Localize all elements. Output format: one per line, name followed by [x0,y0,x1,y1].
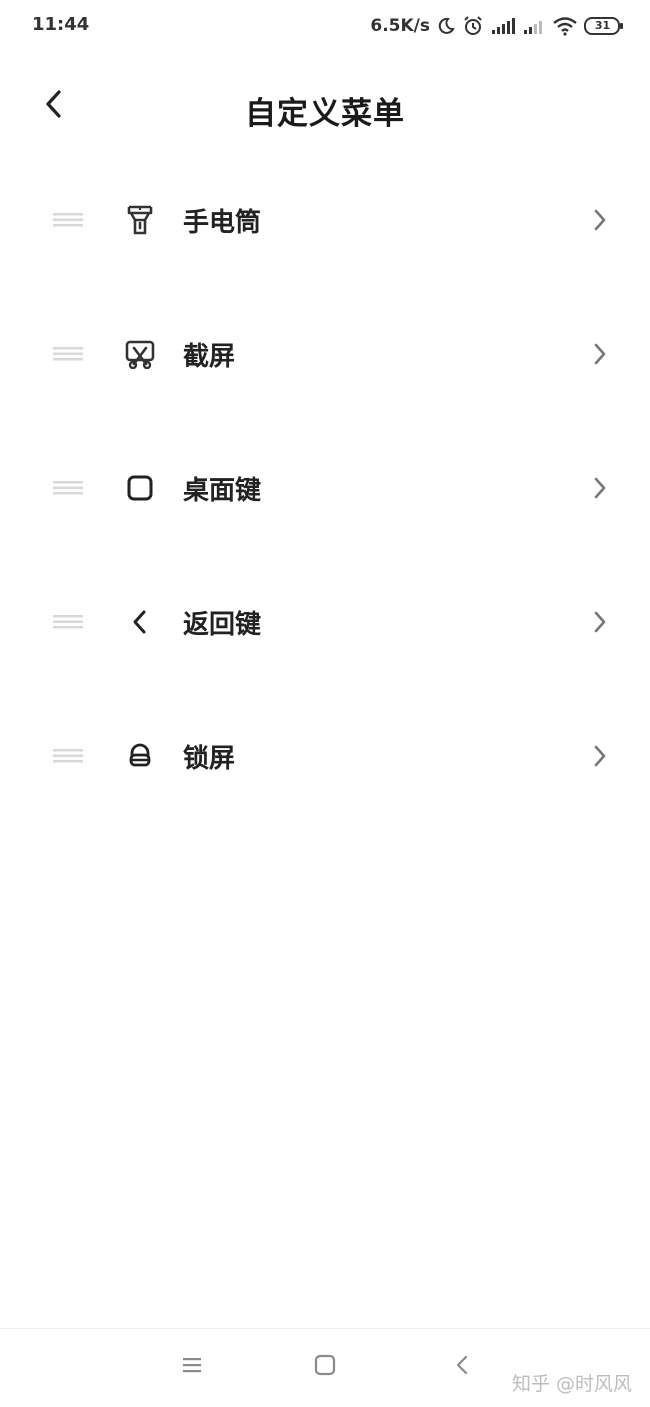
chevron-right-icon [588,474,612,502]
menu-item-label: 返回键 [183,609,262,640]
drag-handle-icon[interactable] [52,478,84,498]
battery-icon: 31 [584,16,624,36]
wifi-icon [552,16,578,36]
back-key-icon [122,604,158,640]
menu-item-screenshot[interactable]: 截屏 [0,287,650,421]
menu-icon [181,1355,203,1379]
network-speed: 6.5K/s [370,16,430,36]
page-title: 自定义菜单 [245,96,405,132]
menu-item-back-key[interactable]: 返回键 [0,555,650,689]
watermark: 知乎 @时风风 [511,1373,632,1395]
signal-weak-icon [522,16,546,36]
drag-handle-icon[interactable] [52,612,84,632]
screenshot-icon [122,336,158,372]
status-bar: 11:44 6.5K/s 31 [0,0,650,56]
menu-item-label: 桌面键 [183,475,262,506]
chevron-right-icon [588,340,612,368]
alarm-icon [462,15,484,37]
lock-icon [122,738,158,774]
menu-item-label: 锁屏 [183,743,236,774]
flashlight-icon [122,202,158,238]
menu-item-label: 截屏 [183,341,236,372]
nav-menu-button[interactable] [172,1349,212,1385]
moon-icon [436,16,456,36]
chevron-right-icon [588,742,612,770]
nav-home-button[interactable] [305,1349,345,1385]
menu-item-flashlight[interactable]: 手电筒 [0,153,650,287]
drag-handle-icon[interactable] [52,210,84,230]
chevron-right-icon [588,608,612,636]
home-icon [314,1354,336,1380]
drag-handle-icon[interactable] [52,746,84,766]
status-icons: 6.5K/s 31 [370,12,624,40]
menu-item-lock-screen[interactable]: 锁屏 [0,689,650,823]
nav-back-button[interactable] [442,1349,482,1385]
signal-icon [490,16,516,36]
home-key-icon [122,470,158,506]
status-time: 11:44 [32,14,90,35]
back-icon [454,1354,470,1380]
menu-item-home-key[interactable]: 桌面键 [0,421,650,555]
header: 自定义菜单 [0,70,650,142]
chevron-right-icon [588,206,612,234]
drag-handle-icon[interactable] [52,344,84,364]
battery-level: 31 [594,19,611,32]
menu-item-label: 手电筒 [183,207,262,238]
navigation-bar: 知乎 @时风风 [0,1328,650,1407]
menu-list: 手电筒 截屏 桌面键 返回键 锁屏 [0,153,650,823]
